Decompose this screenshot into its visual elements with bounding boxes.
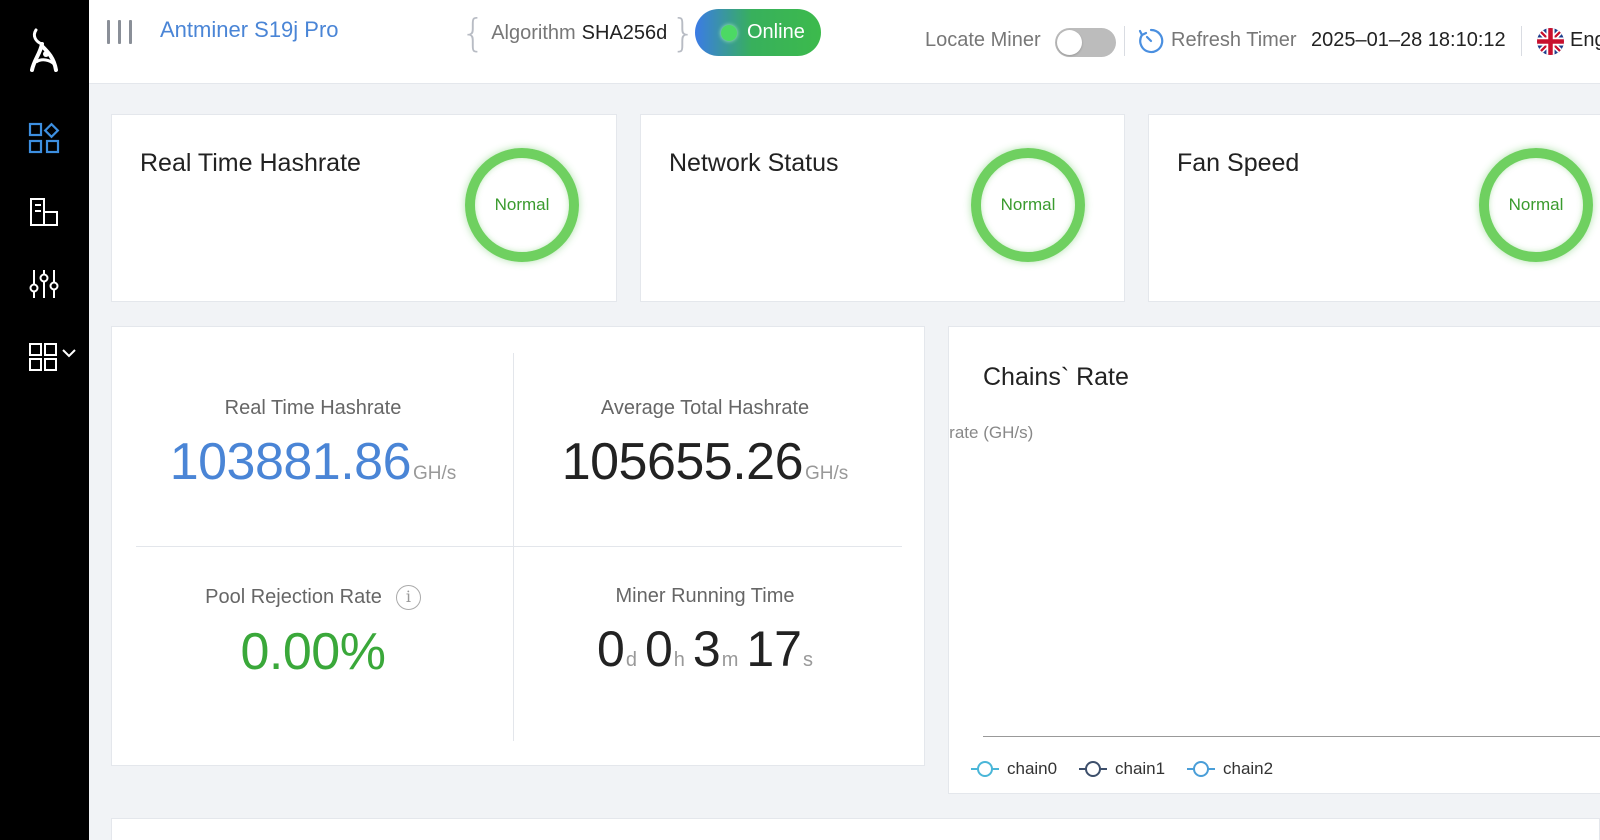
- locate-miner-label: Locate Miner: [925, 29, 1041, 51]
- legend-item-chain0[interactable]: chain0: [971, 757, 1057, 781]
- unit-label: s: [802, 649, 813, 671]
- status-ring-label: Normal: [1508, 195, 1564, 214]
- refresh-timer-label: Refresh Timer: [1171, 29, 1297, 51]
- unit-label: d: [625, 649, 637, 671]
- pool-rejection-value: 0.00%: [240, 623, 386, 681]
- chart-x-axis: [983, 736, 1600, 737]
- runtime-seconds: 17: [746, 621, 802, 677]
- algorithm-label: Algorithm: [491, 21, 576, 44]
- pool-rejection-stat: Pool Rejection Rate i 0.00%: [122, 585, 504, 682]
- stat-value: 0d 0h 3m 17s: [514, 620, 896, 678]
- chart-title: Chains` Rate: [983, 363, 1129, 391]
- runtime-days: 0: [597, 621, 625, 677]
- legend-item-chain1[interactable]: chain1: [1079, 757, 1165, 781]
- average-hashrate-value: 105655.26: [561, 433, 804, 491]
- runtime-minutes: 3: [692, 621, 721, 677]
- language-selector[interactable]: English: [1570, 29, 1600, 52]
- hashrate-stats-panel: Real Time Hashrate 103881.86 GH/s Average…: [111, 326, 925, 766]
- algorithm-value: SHA256d: [581, 21, 668, 44]
- right-brace: }: [671, 11, 696, 55]
- legend-marker-icon: [971, 761, 999, 777]
- online-status-badge: Online: [695, 9, 821, 56]
- divider: [136, 546, 902, 547]
- stat-value: 105655.26 GH/s: [514, 432, 896, 492]
- left-brace: {: [461, 11, 486, 55]
- uk-flag-icon[interactable]: [1537, 28, 1564, 55]
- refresh-timer-value: 2025–01–28 18:10:12: [1311, 29, 1506, 51]
- stat-value: 103881.86 GH/s: [122, 432, 504, 492]
- legend-marker-icon: [1187, 761, 1215, 777]
- algorithm-info: { Algorithm SHA256d }: [461, 10, 695, 56]
- realtime-hashrate-stat: Real Time Hashrate 103881.86 GH/s: [122, 397, 504, 492]
- status-ring-label: Normal: [494, 195, 550, 214]
- refresh-timer-icon[interactable]: [1137, 27, 1165, 55]
- divider: [1521, 26, 1522, 56]
- divider: [1124, 26, 1125, 56]
- legend-label: chain2: [1223, 759, 1274, 778]
- miner-model-name: Antminer S19j Pro: [160, 17, 339, 42]
- chains-rate-chart: Chains` Rate n rate (GH/s) chain0 chain1…: [948, 326, 1600, 794]
- locate-miner-toggle[interactable]: [1055, 28, 1116, 57]
- info-icon[interactable]: i: [395, 585, 421, 610]
- average-hashrate-stat: Average Total Hashrate 105655.26 GH/s: [514, 397, 896, 492]
- stat-value: 0.00%: [122, 622, 504, 682]
- realtime-hashrate-value: 103881.86: [169, 433, 412, 491]
- status-ring: Normal: [1479, 148, 1593, 262]
- top-header: Antminer S19j Pro { Algorithm SHA256d } …: [89, 0, 1600, 84]
- stat-label: Real Time Hashrate: [224, 397, 402, 419]
- pool-rejection-label: Pool Rejection Rate: [205, 585, 382, 608]
- card-title: Fan Speed: [1177, 149, 1300, 177]
- toggle-knob: [1057, 30, 1082, 55]
- legend-marker-icon: [1079, 761, 1107, 777]
- status-card-hashrate: Real Time Hashrate Normal: [111, 114, 617, 302]
- dashboard-icon[interactable]: [26, 120, 62, 156]
- card-title: Network Status: [669, 149, 839, 177]
- status-ring-label: Normal: [1000, 195, 1056, 214]
- running-time-stat: Miner Running Time 0d 0h 3m 17s: [514, 585, 896, 678]
- system-grid-icon[interactable]: [26, 340, 80, 376]
- card-title: Real Time Hashrate: [140, 149, 361, 177]
- menu-toggle-button[interactable]: [106, 18, 134, 46]
- legend-item-chain2[interactable]: chain2: [1187, 757, 1273, 781]
- status-card-fan: Fan Speed Normal: [1148, 114, 1600, 302]
- unit-label: m: [721, 649, 739, 671]
- status-dot-icon: [721, 25, 737, 41]
- chart-y-axis-label: n rate (GH/s): [949, 423, 1034, 442]
- unit-label: GH/s: [805, 463, 849, 484]
- settings-sliders-icon[interactable]: [26, 266, 62, 302]
- legend-label: chain1: [1115, 759, 1166, 778]
- sidebar: [0, 0, 89, 840]
- stat-label: Average Total Hashrate: [600, 397, 810, 419]
- unit-label: GH/s: [413, 463, 457, 484]
- runtime-hours: 0: [644, 621, 673, 677]
- stat-label: Miner Running Time: [615, 585, 795, 607]
- legend-label: chain0: [1007, 759, 1058, 778]
- antminer-logo: [30, 28, 58, 72]
- status-card-network: Network Status Normal: [640, 114, 1125, 302]
- online-status-text: Online: [747, 21, 805, 43]
- status-ring: Normal: [971, 148, 1085, 262]
- stat-label: Pool Rejection Rate i: [122, 585, 504, 610]
- unit-label: h: [673, 649, 685, 671]
- status-ring: Normal: [465, 148, 579, 262]
- bottom-panel: [111, 818, 1600, 840]
- miner-status-icon[interactable]: [26, 194, 62, 230]
